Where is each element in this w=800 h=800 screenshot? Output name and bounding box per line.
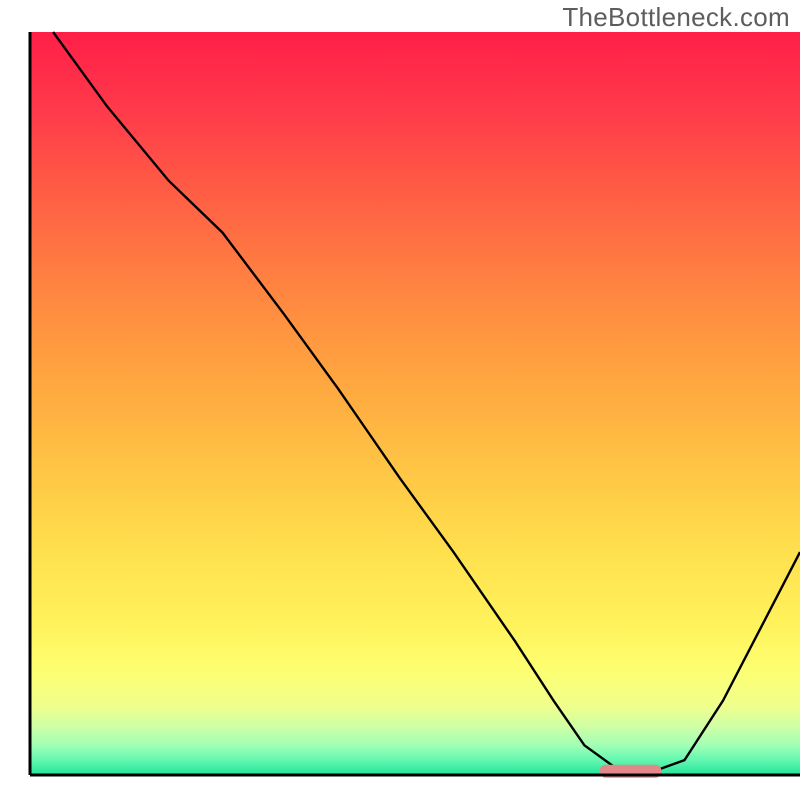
chart-container: TheBottleneck.com	[0, 0, 800, 800]
bottleneck-chart	[0, 0, 800, 800]
plot-background	[30, 32, 800, 775]
watermark-text: TheBottleneck.com	[562, 2, 790, 33]
